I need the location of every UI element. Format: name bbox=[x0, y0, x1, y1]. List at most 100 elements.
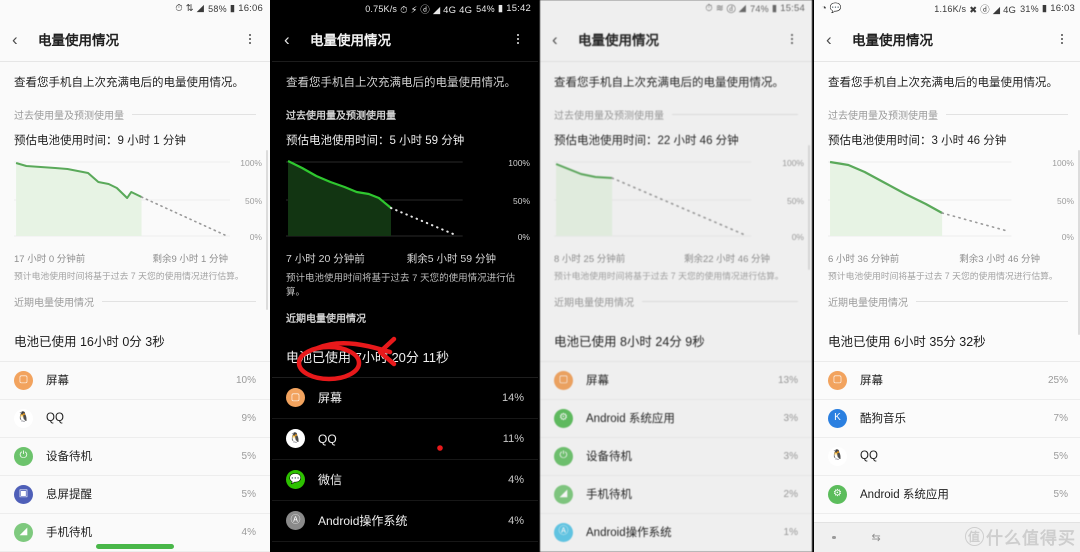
power-icon: ⏻ bbox=[14, 446, 33, 466]
chart-footer: 7 小时 20 分钟前 剩余5 小时 59 分钟 bbox=[272, 248, 538, 266]
y-label-100: 100% bbox=[508, 157, 530, 168]
battery-percent: 31% bbox=[1020, 3, 1039, 14]
android-icon: Ⓐ bbox=[554, 522, 573, 542]
app-usage-list: ▢ 屏幕 14% 🐧 QQ 11% 💬 微信 4% Ⓐ Android操作系统 4% ⚙Android … bbox=[272, 376, 538, 552]
chart-footer: 6 小时 36 分钟前 剩余3 小时 46 分钟 bbox=[814, 248, 1080, 265]
app-name: Android操作系统 bbox=[586, 527, 672, 540]
app-percent: 4% bbox=[241, 526, 256, 538]
estimate-note: 预计电池使用时间将基于过去 7 天您的使用情况进行估算。 bbox=[554, 270, 784, 281]
status-icons: ⏱ ⚡ ⓓ ◢ 4G 4G bbox=[400, 4, 473, 16]
home-indicator[interactable] bbox=[96, 544, 174, 549]
app-name: 设备待机 bbox=[46, 451, 92, 464]
app-usage-row[interactable]: 🐧 QQ 9% bbox=[0, 400, 270, 438]
section-label: 过去使用量及预测使用量 bbox=[554, 110, 664, 122]
section-rule bbox=[672, 113, 798, 115]
battery-icon: ▮ bbox=[1041, 3, 1048, 14]
description-text: 查看您手机自上次充满电后的电量使用情况。 bbox=[286, 77, 516, 89]
chart-remaining-label: 剩余3 小时 46 分钟 bbox=[959, 253, 1040, 265]
screen-icon: ▢ bbox=[286, 388, 305, 408]
screen-icon: ▢ bbox=[828, 370, 847, 390]
estimated-time: 预估电池使用时间：3 小时 46 分钟 bbox=[828, 134, 1007, 147]
gear-icon: ⚙ bbox=[828, 484, 847, 504]
app-usage-row[interactable]: ▣ 息屏提醒 5% bbox=[0, 476, 270, 514]
chart-footer: 8 小时 25 分钟前 剩余22 小时 46 分钟 bbox=[540, 248, 812, 265]
app-usage-row[interactable]: ⏻ 设备待机 5% bbox=[0, 438, 270, 476]
section-recent-usage: 近期电量使用情况 bbox=[814, 294, 1080, 309]
chart-remaining-label: 剩余9 小时 1 分钟 bbox=[152, 253, 229, 265]
home-button-icon[interactable] bbox=[832, 535, 836, 540]
more-options-icon[interactable] bbox=[1054, 32, 1070, 46]
back-arrow-icon[interactable]: ‹ bbox=[552, 31, 572, 48]
app-percent: 5% bbox=[241, 488, 256, 500]
app-name: Android 系统应用 bbox=[586, 413, 675, 426]
app-name: 屏幕 bbox=[46, 375, 69, 388]
app-usage-row[interactable]: ⚙Android 系统应用3% bbox=[272, 542, 538, 552]
y-label-50: 50% bbox=[786, 195, 804, 206]
android-icon: Ⓐ bbox=[286, 511, 305, 531]
chart-start-label: 8 小时 25 分钟前 bbox=[554, 253, 626, 265]
page-title: 电量使用情况 bbox=[38, 33, 119, 48]
y-label-100: 100% bbox=[1052, 157, 1074, 168]
app-usage-row[interactable]: ▢ 屏幕 10% bbox=[0, 362, 270, 400]
battery-percent: 74% bbox=[750, 3, 769, 14]
app-percent: 4% bbox=[508, 514, 524, 527]
qq-icon: 🐧 bbox=[14, 408, 33, 428]
section-past-usage: 过去使用量及预测使用量 bbox=[0, 107, 270, 122]
more-options-icon[interactable] bbox=[242, 32, 258, 46]
app-usage-row[interactable]: 💬 微信 4% bbox=[272, 460, 538, 501]
estimated-time: 预估电池使用时间：5 小时 59 分钟 bbox=[286, 134, 465, 147]
battery-used-total: 电池已使用 7小时 20分 11秒 bbox=[286, 349, 450, 365]
app-bar: ‹ 电量使用情况 bbox=[814, 17, 1080, 61]
clock: 16:03 bbox=[1050, 3, 1075, 14]
app-usage-row[interactable]: 🐧 QQ 11% bbox=[272, 419, 538, 460]
description-text: 查看您手机自上次充满电后的电量使用情况。 bbox=[828, 77, 1058, 89]
recents-button-icon[interactable]: ⇆ bbox=[872, 531, 881, 544]
back-arrow-icon[interactable]: ‹ bbox=[284, 31, 304, 48]
page-title: 电量使用情况 bbox=[578, 33, 659, 48]
section-past-usage: 过去使用量及预测使用量 bbox=[272, 107, 538, 122]
app-percent: 11% bbox=[502, 432, 524, 445]
app-percent: 25% bbox=[1047, 374, 1068, 386]
chart-svg bbox=[554, 161, 752, 237]
app-usage-row[interactable]: ▢ 屏幕 13% bbox=[540, 362, 812, 400]
app-bar: ‹ 电量使用情况 bbox=[540, 17, 812, 61]
battery-used-total: 电池已使用 8小时 24分 9秒 bbox=[554, 334, 705, 349]
app-usage-row[interactable]: ⚙ Android 系统应用 5% bbox=[814, 476, 1080, 514]
battery-percent: 58% bbox=[208, 3, 227, 14]
app-usage-row[interactable]: Ⓐ Android操作系统 4% bbox=[272, 501, 538, 542]
battery-used-total: 电池已使用 16小时 0分 3秒 bbox=[14, 334, 165, 349]
app-usage-row[interactable]: ⏻ 设备待机 3% bbox=[540, 438, 812, 476]
app-usage-row[interactable]: Ⓐ Android操作系统 1% bbox=[540, 514, 812, 552]
chart-svg bbox=[286, 159, 463, 237]
y-axis-labels: 100% 50% 0% bbox=[772, 156, 806, 244]
signal-icon: ◢ bbox=[14, 522, 33, 542]
section-rule bbox=[374, 317, 524, 318]
app-usage-row[interactable]: ▢ 屏幕 25% bbox=[814, 362, 1080, 400]
battery-used-total: 电池已使用 6小时 35分 32秒 bbox=[828, 334, 986, 349]
chart-plot-area bbox=[554, 156, 772, 244]
back-arrow-icon[interactable]: ‹ bbox=[12, 31, 32, 48]
back-arrow-icon[interactable]: ‹ bbox=[826, 31, 846, 48]
scrollbar[interactable] bbox=[807, 145, 810, 270]
y-label-0: 0% bbox=[791, 231, 804, 242]
app-percent: 9% bbox=[241, 412, 256, 424]
app-usage-row[interactable]: 🐧 QQ 5% bbox=[814, 438, 1080, 476]
scrollbar[interactable] bbox=[265, 150, 268, 310]
app-usage-row[interactable]: ◢ 手机待机 2% bbox=[540, 476, 812, 514]
app-usage-list: ▢ 屏幕 13% ⚙ Android 系统应用 3% ⏻ 设备待机 3% ◢ 手机待机 2% Ⓐ Andr… bbox=[540, 360, 812, 552]
estimated-time: 预估电池使用时间：22 小时 46 分钟 bbox=[554, 134, 739, 147]
app-name: 手机待机 bbox=[586, 489, 632, 502]
kugou-music-icon: K bbox=[828, 408, 847, 428]
app-percent: 1% bbox=[783, 526, 798, 538]
app-bar: ‹ 电量使用情况 bbox=[272, 17, 538, 61]
section-recent-usage: 近期电量使用情况 bbox=[272, 310, 538, 325]
more-options-icon[interactable] bbox=[510, 32, 526, 46]
app-usage-row[interactable]: ▢ 屏幕 14% bbox=[272, 378, 538, 419]
panel-1-battery-usage: ⏱ ⇅ ◢ 58% ▮ 16:06 ‹ 电量使用情况 查看您手机自上次充满电后的… bbox=[0, 0, 270, 552]
network-speed: 1.16K/s bbox=[934, 3, 967, 14]
app-name: 手机待机 bbox=[46, 527, 92, 540]
app-usage-row[interactable]: ⚙Android 系统应用3% bbox=[540, 400, 812, 438]
more-options-icon[interactable] bbox=[784, 32, 800, 46]
app-usage-row[interactable]: K 酷狗音乐 7% bbox=[814, 400, 1080, 438]
app-name: 屏幕 bbox=[318, 391, 343, 406]
